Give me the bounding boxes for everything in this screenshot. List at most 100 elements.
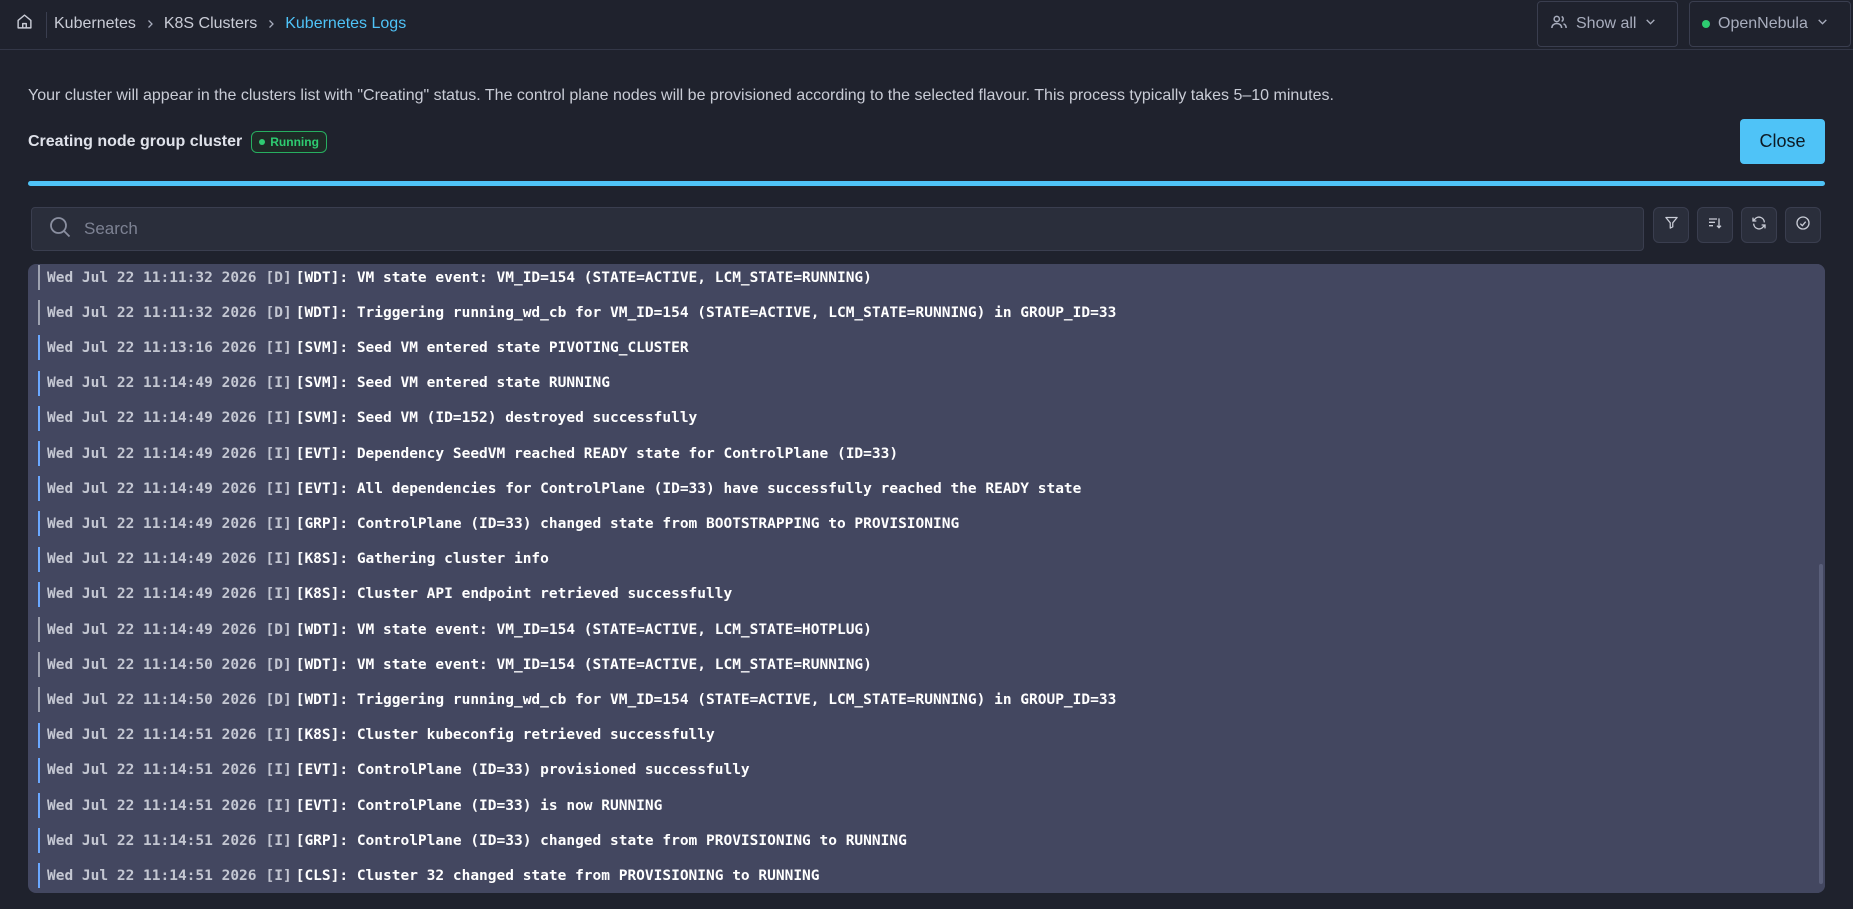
log-level: [I] [265, 375, 292, 392]
cloud-selector-dropdown[interactable]: OpenNebula [1689, 1, 1851, 47]
log-line: Wed Jul 22 11:13:16 2026 [I] [SVM]: Seed V… [38, 334, 1798, 361]
log-line: Wed Jul 22 11:14:51 2026 [I] [GRP]: Contro… [38, 827, 1798, 854]
search-icon [48, 215, 72, 244]
log-timestamp: Wed Jul 22 11:14:49 2026 [47, 586, 257, 603]
cloud-label: OpenNebula [1718, 15, 1808, 32]
breadcrumb: Kubernetes K8S Clusters Kubernetes Logs [54, 0, 406, 48]
log-timestamp: Wed Jul 22 11:14:49 2026 [47, 445, 257, 462]
log-timestamp: Wed Jul 22 11:14:50 2026 [47, 691, 257, 708]
log-timestamp: Wed Jul 22 11:13:16 2026 [47, 339, 257, 356]
log-timestamp: Wed Jul 22 11:14:51 2026 [47, 762, 257, 779]
refresh-button[interactable] [1741, 207, 1777, 243]
log-line: Wed Jul 22 11:14:49 2026 [I] [K8S]: Cluste… [38, 581, 1798, 608]
log-line: Wed Jul 22 11:14:51 2026 [I] [EVT]: Contro… [38, 757, 1798, 784]
log-timestamp: Wed Jul 22 11:11:32 2026 [47, 269, 257, 286]
progress-bar [28, 181, 1825, 186]
log-level: [D] [265, 621, 292, 638]
chevron-down-icon [1644, 15, 1657, 33]
chevron-down-icon [1816, 15, 1829, 33]
log-timestamp: Wed Jul 22 11:14:51 2026 [47, 727, 257, 744]
log-level: [I] [265, 867, 292, 884]
scrollbar-thumb[interactable] [1819, 564, 1823, 884]
home-icon [16, 13, 33, 35]
status-dot-icon [1702, 20, 1710, 28]
chevron-right-icon [144, 18, 156, 30]
log-timestamp: Wed Jul 22 11:14:49 2026 [47, 551, 257, 568]
log-message: [GRP]: ControlPlane (ID=33) changed stat… [295, 515, 960, 532]
log-timestamp: Wed Jul 22 11:14:49 2026 [47, 621, 257, 638]
log-level: [I] [265, 410, 292, 427]
status-title: Creating node group cluster [28, 133, 243, 150]
breadcrumb-kubernetes[interactable]: Kubernetes [54, 15, 136, 33]
log-line: Wed Jul 22 11:14:49 2026 [I] [K8S]: Gather… [38, 546, 1798, 573]
log-level: [I] [265, 762, 292, 779]
log-message: [WDT]: Triggering running_wd_cb for VM_I… [295, 691, 1117, 708]
breadcrumb-k8s-clusters[interactable]: K8S Clusters [164, 15, 257, 33]
log-message: [WDT]: VM state event: VM_ID=154 (STATE=… [295, 656, 872, 673]
show-all-label: Show all [1576, 15, 1637, 32]
log-level: [I] [265, 551, 292, 568]
refresh-icon [1751, 215, 1767, 236]
sort-icon [1707, 215, 1723, 236]
log-message: [EVT]: All dependencies for ControlPlane… [295, 480, 1082, 497]
log-message: [EVT]: Dependency SeedVM reached READY s… [295, 445, 899, 462]
log-scrollbar[interactable] [1815, 264, 1825, 893]
intro-text: Your cluster will appear in the clusters… [28, 87, 1334, 104]
log-line: Wed Jul 22 11:14:51 2026 [I] [EVT]: Contro… [38, 792, 1798, 819]
auto-scroll-button[interactable] [1785, 207, 1821, 243]
running-dot-icon [259, 139, 266, 145]
log-timestamp: Wed Jul 22 11:14:51 2026 [47, 867, 257, 884]
log-message: [WDT]: VM state event: VM_ID=154 (STATE=… [295, 269, 872, 286]
log-line: Wed Jul 22 11:14:49 2026 [I] [SVM]: Seed V… [38, 405, 1798, 432]
log-message: [K8S]: Cluster API endpoint retrieved su… [295, 586, 733, 603]
log-level: [D] [265, 691, 292, 708]
filter-button[interactable] [1653, 207, 1689, 243]
log-level: [I] [265, 832, 292, 849]
log-line: Wed Jul 22 11:11:32 2026 [D] [WDT]: VM sta… [38, 264, 1798, 291]
log-line: Wed Jul 22 11:14:49 2026 [I] [GRP]: Contro… [38, 510, 1798, 537]
log-message: [WDT]: Triggering running_wd_cb for VM_I… [295, 304, 1117, 321]
close-button[interactable]: Close [1740, 119, 1825, 164]
users-icon [1550, 13, 1568, 36]
log-line: Wed Jul 22 11:14:49 2026 [I] [EVT]: All de… [38, 475, 1798, 502]
top-bar: Kubernetes K8S Clusters Kubernetes Logs … [0, 0, 1853, 50]
log-message: [SVM]: Seed VM entered state PIVOTING_CL… [295, 339, 689, 356]
log-timestamp: Wed Jul 22 11:14:50 2026 [47, 656, 257, 673]
chevron-right-icon [265, 18, 277, 30]
log-level: [I] [265, 445, 292, 462]
show-all-dropdown[interactable]: Show all [1537, 1, 1678, 47]
log-message: [SVM]: Seed VM entered state RUNNING [295, 375, 610, 392]
log-level: [D] [265, 656, 292, 673]
log-line: Wed Jul 22 11:14:51 2026 [I] [K8S]: Cluste… [38, 722, 1798, 749]
sort-button[interactable] [1697, 207, 1733, 243]
log-level: [I] [265, 727, 292, 744]
log-timestamp: Wed Jul 22 11:14:51 2026 [47, 832, 257, 849]
log-message: [WDT]: VM state event: VM_ID=154 (STATE=… [295, 621, 872, 638]
log-line: Wed Jul 22 11:14:49 2026 [I] [EVT]: Depend… [38, 440, 1798, 467]
log-level: [I] [265, 586, 292, 603]
log-timestamp: Wed Jul 22 11:14:49 2026 [47, 410, 257, 427]
log-message: [SVM]: Seed VM (ID=152) destroyed succes… [295, 410, 698, 427]
breadcrumb-kubernetes-logs: Kubernetes Logs [285, 15, 407, 32]
status-badge-label: Running [270, 135, 319, 149]
log-message: [GRP]: ControlPlane (ID=33) changed stat… [295, 832, 907, 849]
log-line: Wed Jul 22 11:11:32 2026 [D] [WDT]: Trigge… [38, 299, 1798, 326]
search-input[interactable] [84, 219, 1584, 239]
log-timestamp: Wed Jul 22 11:11:32 2026 [47, 304, 257, 321]
log-message: [K8S]: Cluster kubeconfig retrieved succ… [295, 727, 715, 744]
auto-scroll-icon [1795, 215, 1811, 236]
log-level: [D] [265, 304, 292, 321]
log-timestamp: Wed Jul 22 11:14:49 2026 [47, 375, 257, 392]
log-level: [I] [265, 339, 292, 356]
log-message: [CLS]: Cluster 32 changed state from PRO… [295, 867, 820, 884]
log-message: [K8S]: Gathering cluster info [295, 551, 549, 568]
search-box[interactable] [31, 207, 1644, 251]
log-message: [EVT]: ControlPlane (ID=33) provisioned … [295, 762, 750, 779]
home-button[interactable] [8, 10, 40, 38]
divider [46, 12, 47, 38]
log-viewer[interactable]: Wed Jul 22 11:11:32 2026 [D] [WDT]: VM sta… [28, 264, 1825, 893]
log-timestamp: Wed Jul 22 11:14:51 2026 [47, 797, 257, 814]
log-level: [D] [265, 269, 292, 286]
log-line: Wed Jul 22 11:14:50 2026 [D] [WDT]: Trigge… [38, 686, 1798, 713]
log-message: [EVT]: ControlPlane (ID=33) is now RUNNI… [295, 797, 663, 814]
